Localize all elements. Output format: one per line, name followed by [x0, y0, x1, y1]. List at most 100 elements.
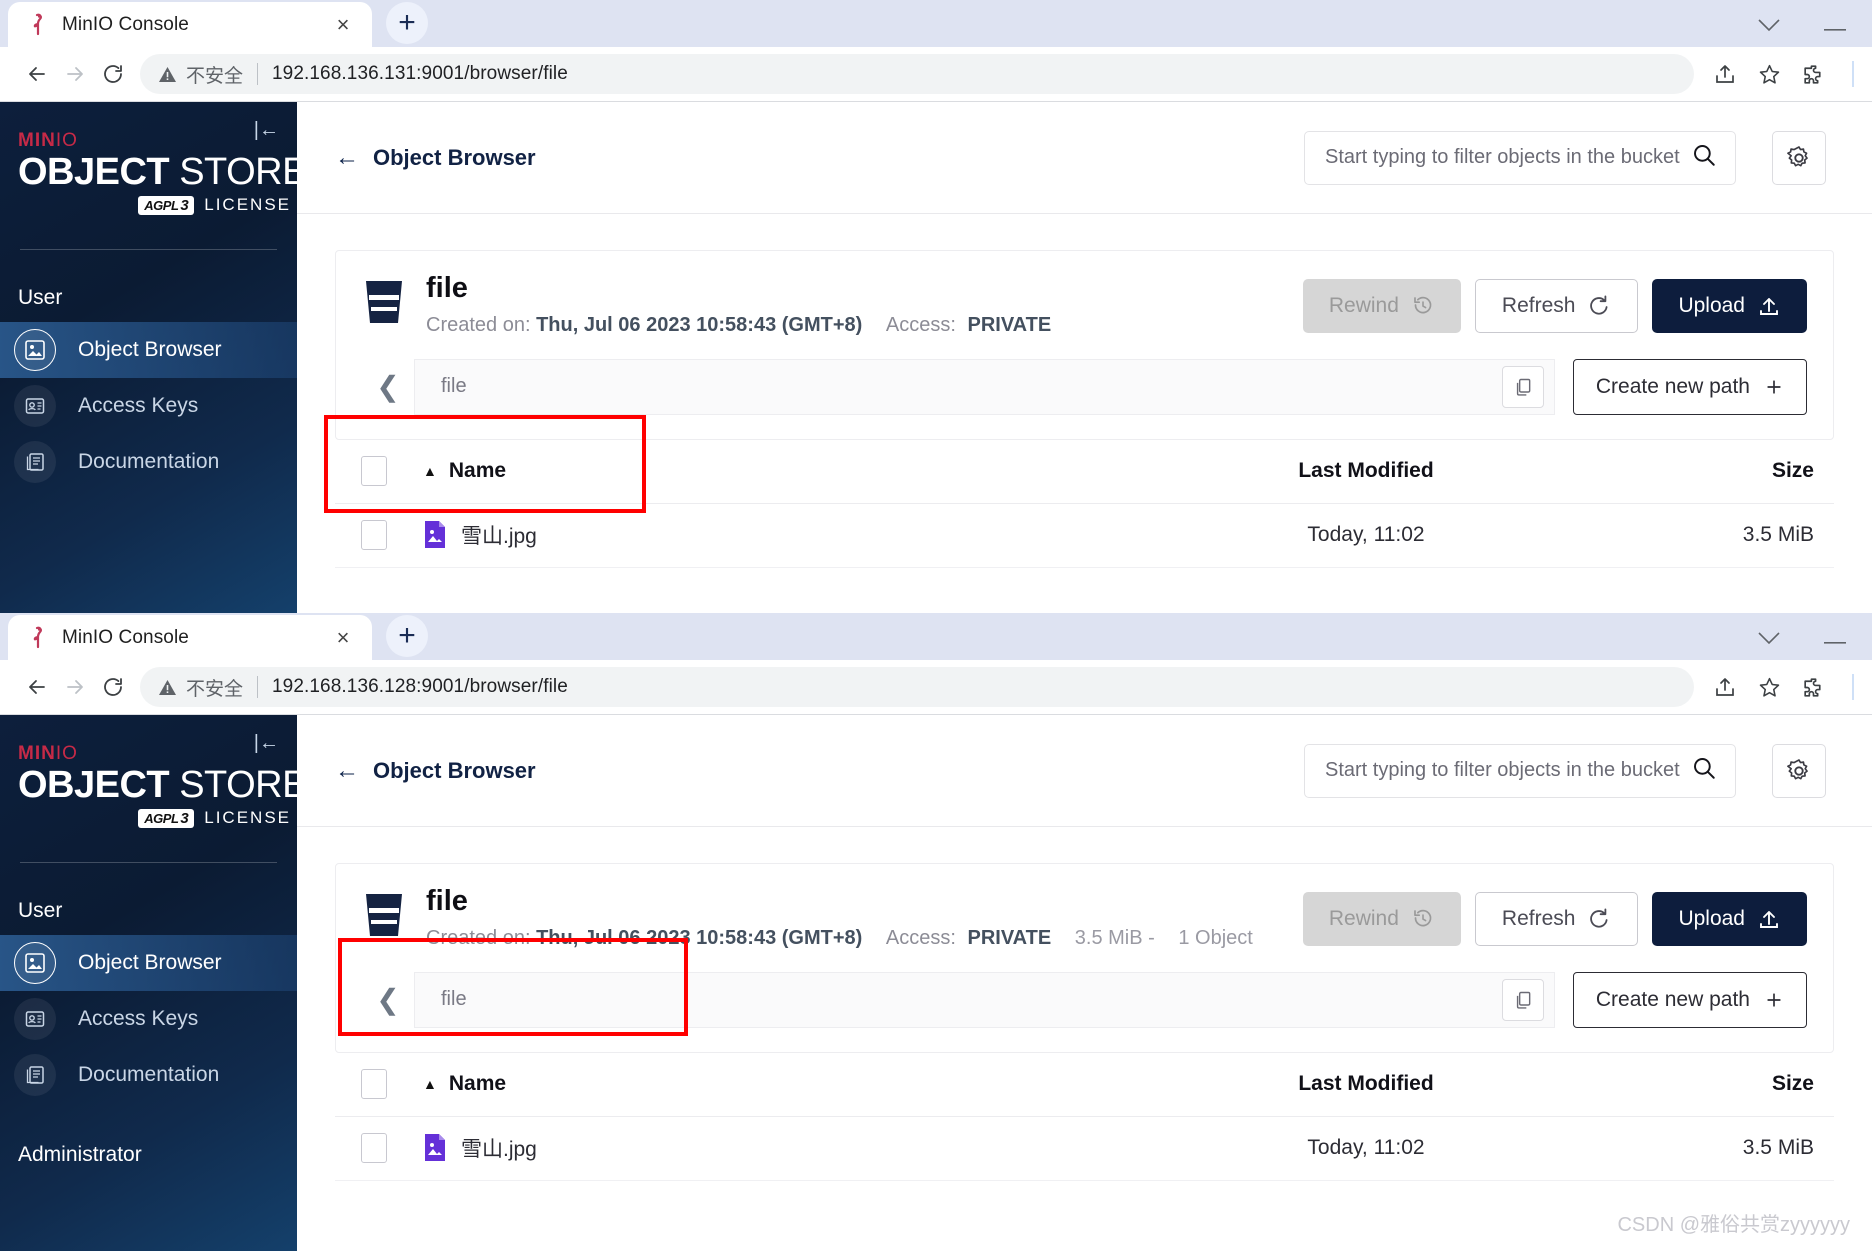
minio-app: |← MINIO OBJECT STORE AGPL 3 LICENSE Use…	[0, 102, 1872, 613]
upload-button[interactable]: Upload	[1652, 892, 1807, 946]
rewind-button[interactable]: Rewind	[1302, 892, 1461, 946]
reload-icon[interactable]	[94, 55, 132, 93]
collapse-sidebar-icon[interactable]: |←	[254, 120, 279, 140]
brand-object-text: OBJECT	[18, 764, 170, 806]
table-row[interactable]: 雪山.jpg Today, 11:02 3.5 MiB	[335, 1117, 1834, 1181]
browser-window-bottom: MinIO Console × + 不安全 192.168.136.128:90…	[0, 613, 1872, 1251]
select-all-checkbox[interactable]	[361, 456, 387, 487]
column-last-modified[interactable]: Last Modified	[1156, 459, 1576, 483]
profile-divider	[1852, 674, 1854, 700]
objects-table: ▲ Name Last Modified Size 雪山.jpg Today, …	[335, 1053, 1834, 1181]
extensions-puzzle-icon[interactable]	[1794, 668, 1832, 706]
column-last-modified[interactable]: Last Modified	[1156, 1072, 1576, 1096]
image-file-icon	[423, 520, 449, 550]
page-header: ← Object Browser	[297, 715, 1872, 827]
column-size[interactable]: Size	[1576, 1072, 1826, 1096]
filter-objects-field[interactable]	[1304, 130, 1736, 185]
table-row[interactable]: 雪山.jpg Today, 11:02 3.5 MiB	[335, 504, 1834, 568]
sidebar-item-access-keys[interactable]: Access Keys	[0, 991, 297, 1047]
sidebar-section-administrator: Administrator	[18, 1143, 142, 1167]
chevron-left-icon[interactable]: ❮	[362, 972, 414, 1028]
current-path-box[interactable]: file	[414, 358, 1555, 415]
copy-icon[interactable]	[1501, 365, 1544, 408]
agpl-text: AGPL	[144, 197, 179, 213]
not-secure-warning-icon	[158, 679, 177, 696]
bucket-icon	[362, 277, 408, 332]
browser-tab[interactable]: MinIO Console ×	[8, 2, 372, 47]
settings-button[interactable]	[1772, 743, 1826, 798]
sidebar-item-documentation[interactable]: Documentation	[0, 1047, 297, 1103]
copy-icon[interactable]	[1501, 978, 1544, 1021]
back-icon[interactable]	[18, 55, 56, 93]
search-input[interactable]	[1325, 146, 1691, 169]
back-arrow-icon[interactable]: ←	[335, 145, 359, 170]
sidebar-item-documentation[interactable]: Documentation	[0, 434, 297, 490]
reload-icon[interactable]	[94, 668, 132, 706]
star-icon[interactable]	[1750, 668, 1788, 706]
forward-icon[interactable]	[56, 668, 94, 706]
back-arrow-icon[interactable]: ←	[335, 758, 359, 783]
close-icon[interactable]: ×	[328, 623, 358, 653]
cell-last-modified: Today, 11:02	[1307, 523, 1425, 547]
current-path-text: file	[441, 988, 467, 1011]
table-header-row: ▲ Name Last Modified Size	[335, 440, 1834, 504]
search-icon[interactable]	[1691, 142, 1717, 173]
search-icon[interactable]	[1691, 755, 1717, 786]
page-header: ← Object Browser	[297, 102, 1872, 214]
select-all-checkbox[interactable]	[361, 1069, 387, 1100]
new-tab-button[interactable]: +	[386, 2, 428, 44]
share-icon[interactable]	[1706, 55, 1744, 93]
settings-button[interactable]	[1772, 130, 1826, 185]
refresh-icon	[1590, 295, 1608, 315]
minio-min-text: MIN	[18, 130, 56, 151]
upload-button[interactable]: Upload	[1652, 279, 1807, 333]
forward-icon[interactable]	[56, 55, 94, 93]
row-checkbox[interactable]	[361, 1133, 387, 1164]
column-name[interactable]: ▲ Name	[387, 1072, 1156, 1096]
chevron-left-icon[interactable]: ❮	[362, 359, 414, 415]
minimize-icon[interactable]	[1824, 631, 1846, 648]
sidebar-section-user: User	[18, 286, 63, 310]
search-input[interactable]	[1325, 759, 1691, 782]
create-new-path-button[interactable]: Create new path	[1572, 358, 1807, 415]
refresh-button-label: Refresh	[1501, 294, 1576, 317]
create-new-path-button[interactable]: Create new path	[1572, 971, 1807, 1028]
bucket-actions: Rewind Refresh Upload	[1302, 886, 1807, 946]
browser-tab[interactable]: MinIO Console ×	[8, 615, 372, 660]
rewind-button[interactable]: Rewind	[1302, 279, 1461, 333]
address-bar[interactable]: 不安全 192.168.136.128:9001/browser/file	[140, 667, 1694, 707]
refresh-button[interactable]: Refresh	[1474, 892, 1639, 946]
sidebar-item-object-browser[interactable]: Object Browser	[0, 935, 297, 992]
cell-name: 雪山.jpg	[387, 1133, 1156, 1163]
cell-name: 雪山.jpg	[387, 520, 1156, 550]
star-icon[interactable]	[1750, 55, 1788, 93]
share-icon[interactable]	[1706, 668, 1744, 706]
bucket-summary: file Created on: Thu, Jul 06 2023 10:58:…	[336, 864, 1833, 972]
sort-ascending-icon: ▲	[423, 1076, 437, 1093]
column-name[interactable]: ▲ Name	[387, 459, 1156, 483]
bucket-summary: file Created on: Thu, Jul 06 2023 10:58:…	[336, 251, 1833, 359]
refresh-button[interactable]: Refresh	[1474, 279, 1639, 333]
new-tab-button[interactable]: +	[386, 615, 428, 657]
object-store-wordmark: OBJECT STORE	[18, 764, 297, 806]
column-size[interactable]: Size	[1576, 459, 1826, 483]
filter-objects-field[interactable]	[1304, 743, 1736, 798]
chevron-down-icon[interactable]	[1758, 631, 1780, 648]
documentation-icon	[14, 1054, 56, 1097]
address-bar[interactable]: 不安全 192.168.136.131:9001/browser/file	[140, 54, 1694, 94]
sidebar-item-access-keys[interactable]: Access Keys	[0, 378, 297, 434]
chevron-down-icon[interactable]	[1758, 18, 1780, 35]
upload-button-label: Upload	[1678, 294, 1745, 317]
minimize-icon[interactable]	[1824, 18, 1846, 35]
rewind-button-label: Rewind	[1328, 907, 1399, 930]
sidebar-item-label: Access Keys	[78, 1007, 199, 1031]
extensions-puzzle-icon[interactable]	[1794, 55, 1832, 93]
current-path-box[interactable]: file	[414, 971, 1555, 1028]
close-icon[interactable]: ×	[328, 10, 358, 40]
agpl-version: 3	[180, 196, 189, 214]
back-icon[interactable]	[18, 668, 56, 706]
row-checkbox[interactable]	[361, 520, 387, 551]
sidebar-item-object-browser[interactable]: Object Browser	[0, 322, 297, 379]
cell-last-modified: Today, 11:02	[1307, 1136, 1425, 1160]
collapse-sidebar-icon[interactable]: |←	[254, 733, 279, 753]
